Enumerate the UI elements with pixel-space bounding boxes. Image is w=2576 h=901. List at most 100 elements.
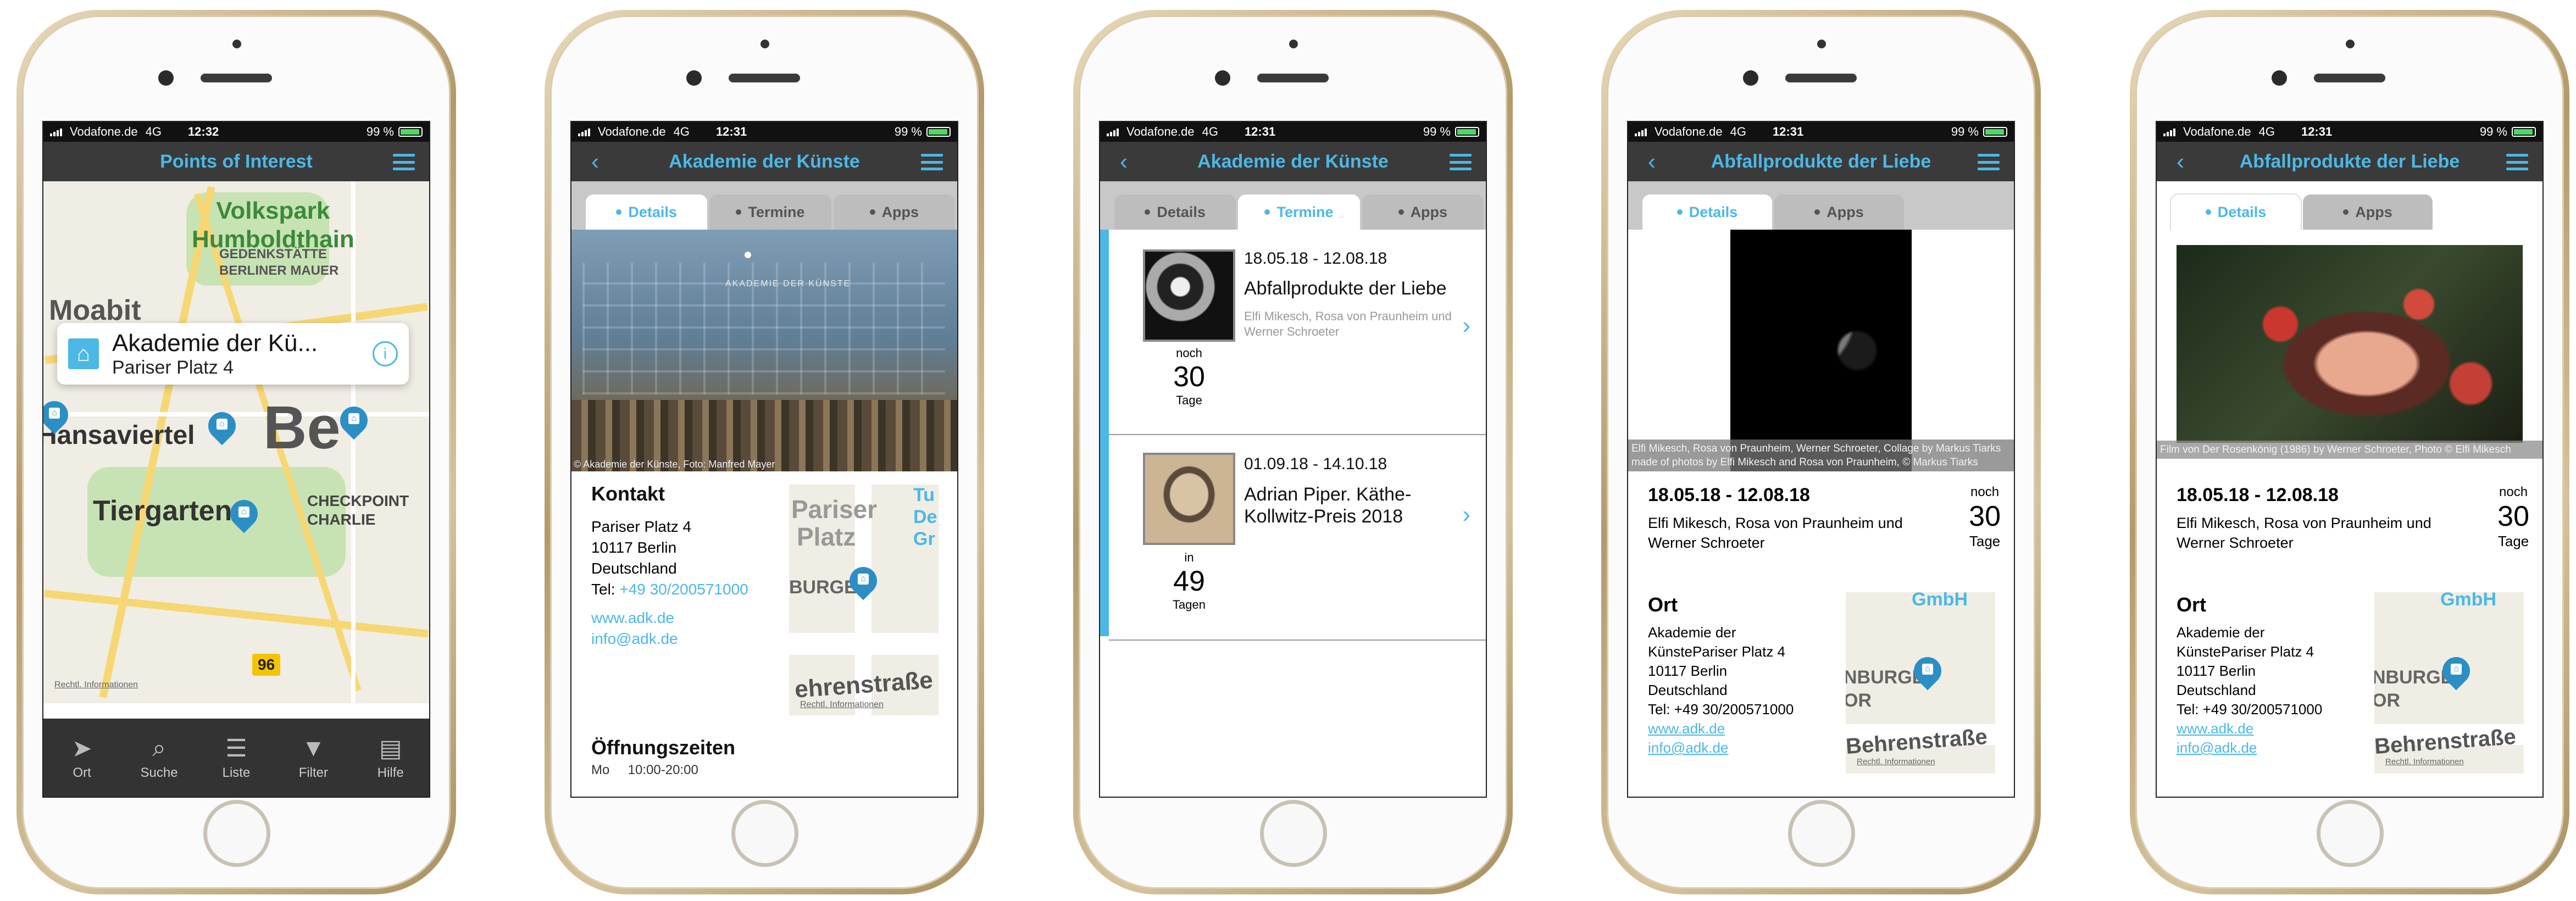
museum-icon: ⌂: [858, 574, 869, 585]
segment-tabs: Details Apps: [2157, 181, 2542, 230]
help-icon: ▤: [379, 735, 402, 762]
home-button[interactable]: [1260, 800, 1327, 867]
museum-icon: ⌂: [238, 507, 249, 518]
back-icon[interactable]: ‹: [1648, 148, 1656, 175]
tab-apps[interactable]: Apps: [2303, 194, 2433, 230]
screen-event-details-2: Vodafone.de 4G 12:31 99 % ‹ Abfallprodukt…: [2156, 121, 2544, 798]
bottom-tab-bar: ➤ Ort ⌕ Suche ☰ Liste ▼ Filter ▤ Hilfe: [43, 719, 429, 797]
mini-map[interactable]: GmbH NBURGE OR Behrenstraße Rechtl. Info…: [1846, 592, 1995, 774]
battery-icon: [1455, 127, 1479, 137]
screen-venue-details: Vodafone.de 4G 12:31 99 % ‹ Akademie der …: [570, 121, 958, 798]
tab-liste[interactable]: ☰ Liste: [203, 735, 269, 781]
mini-map[interactable]: Pariser Platz Tu De Gr BURGE ehrenstraße…: [789, 485, 939, 715]
back-icon[interactable]: ‹: [1120, 148, 1128, 175]
map-view[interactable]: Volkspark Humboldthain Moabit GEDENKSTÄT…: [43, 181, 429, 703]
countdown: noch 30 Tage: [1969, 485, 2001, 549]
photo-credit: © Akademie der Künste, Foto: Manfred May…: [574, 459, 775, 470]
map-pin[interactable]: ⌂: [224, 494, 264, 534]
status-bar: Vodafone.de 4G 12:31 99 %: [2157, 122, 2542, 142]
tab-hilfe[interactable]: ▤ Hilfe: [358, 735, 424, 781]
email-link[interactable]: info@adk.de: [591, 629, 789, 649]
mini-map[interactable]: GmbH NBURGE OR Behrenstraße Rechtl. Info…: [2374, 592, 2524, 774]
battery-icon: [1983, 127, 2007, 137]
tab-details[interactable]: Details: [586, 194, 708, 230]
phone-5: Vodafone.de 4G 12:31 99 % ‹ Abfallprodukt…: [2130, 10, 2569, 894]
phone-2: Vodafone.de 4G 12:31 99 % ‹ Akademie der …: [545, 10, 984, 894]
map-pin[interactable]: ⌂: [2436, 651, 2476, 691]
home-button[interactable]: [731, 800, 798, 867]
web-link[interactable]: www.adk.de: [591, 608, 789, 629]
screen-venue-events: Vodafone.de 4G 12:31 99 % ‹ Akademie der …: [1099, 121, 1487, 798]
event-artists: Elfi Mikesch, Rosa von Praunheim und Wer…: [1244, 309, 1452, 338]
contact-section: Kontakt Pariser Platz 4 10117 Berlin Deu…: [591, 482, 789, 649]
menu-icon[interactable]: [1450, 154, 1472, 170]
tab-apps[interactable]: Apps: [1774, 194, 1904, 230]
map-callout[interactable]: ⌂ Akademie der Kü... Pariser Platz 4 i: [57, 323, 409, 385]
segment-tabs: Details Apps: [1628, 181, 2014, 230]
home-button[interactable]: [1788, 800, 1855, 867]
home-icon: ⌂: [68, 338, 99, 369]
nav-bar: ‹ Abfallprodukte der Liebe: [2157, 142, 2542, 181]
event-row[interactable]: noch 30 Tage 18.05.18 - 12.08.18 Abfallp…: [1109, 230, 1486, 435]
screen-poi-map: Vodafone.de 4G 12:32 99 % Points of Inter…: [42, 121, 430, 798]
web-link[interactable]: www.adk.de: [2177, 719, 2363, 738]
building-sign: AKADEMIE DER KÜNSTE: [725, 279, 851, 288]
map-pin[interactable]: ⌂: [43, 395, 74, 435]
event-row[interactable]: in 49 Tagen 01.09.18 - 14.10.18 Adrian P…: [1109, 435, 1486, 641]
venue-address: Akademie der KünstePariser Platz 4 10117 B…: [1648, 623, 1835, 758]
email-link[interactable]: info@adk.de: [2177, 738, 2363, 758]
web-link[interactable]: www.adk.de: [1648, 719, 1835, 738]
tab-apps[interactable]: Apps: [833, 194, 955, 230]
phone-1: Vodafone.de 4G 12:32 99 % Points of Inter…: [16, 10, 456, 894]
camera: [2272, 70, 2287, 86]
page-title: Abfallprodukte der Liebe: [1711, 151, 1931, 172]
hours-line: Mo 10:00-20:00: [591, 763, 698, 777]
tab-apps[interactable]: Apps: [1362, 194, 1484, 230]
chevron-right-icon[interactable]: ›: [1462, 501, 1470, 529]
map-pin[interactable]: ⌂: [1908, 651, 1947, 691]
tab-termine[interactable]: Termine: [709, 194, 831, 230]
map-label-park: Volkspark Humboldthain: [192, 197, 354, 253]
status-time: 12:31: [1772, 125, 1804, 138]
screen-event-details: Vodafone.de 4G 12:31 99 % ‹ Abfallprodukt…: [1627, 121, 2015, 798]
home-button[interactable]: [203, 800, 270, 867]
map-pin[interactable]: ⌂: [334, 401, 374, 441]
page-title: Points of Interest: [160, 151, 313, 172]
menu-icon[interactable]: [921, 154, 943, 170]
tab-details[interactable]: Details: [1114, 194, 1236, 230]
phone-link[interactable]: +49 30/200571000: [619, 581, 748, 598]
search-icon: ⌕: [152, 735, 166, 761]
ort-heading: Ort: [2177, 593, 2206, 616]
status-time: 12:32: [187, 125, 219, 138]
tab-details[interactable]: Details: [2171, 194, 2301, 230]
tab-ort[interactable]: ➤ Ort: [49, 735, 115, 781]
map-label-big: Be: [263, 394, 341, 461]
info-icon[interactable]: i: [373, 341, 398, 366]
signal-icon: [1635, 127, 1647, 136]
map-legal-link[interactable]: Rechtl. Informationen: [54, 680, 138, 690]
back-icon[interactable]: ‹: [2177, 148, 2184, 175]
camera: [1743, 70, 1758, 86]
tab-termine[interactable]: Termine: [1238, 194, 1360, 230]
map-label-tiergarten: Tiergarten: [93, 495, 232, 527]
map-pin[interactable]: ⌂: [202, 406, 242, 446]
tab-suche[interactable]: ⌕ Suche: [126, 735, 192, 781]
photo-caption: Elfi Mikesch, Rosa von Praunheim, Werner…: [1628, 440, 2014, 471]
museum-icon: ⌂: [1922, 664, 1933, 675]
back-icon[interactable]: ‹: [591, 148, 599, 175]
menu-icon[interactable]: [2506, 154, 2528, 170]
tab-filter[interactable]: ▼ Filter: [280, 735, 346, 781]
speaker: [201, 74, 272, 82]
email-link[interactable]: info@adk.de: [1648, 738, 1835, 758]
chevron-right-icon[interactable]: ›: [1462, 312, 1470, 340]
menu-icon[interactable]: [393, 154, 415, 170]
menu-icon[interactable]: [1978, 154, 2000, 170]
nav-bar: ‹ Akademie der Künste: [571, 142, 957, 181]
segment-tabs: Details Termine Apps: [571, 181, 957, 230]
tab-details[interactable]: Details: [1642, 194, 1772, 230]
event-photo: Film von Der Rosenkönig (1986) by Werner…: [2157, 230, 2542, 471]
callout-title: Akademie der Kü...: [112, 329, 318, 357]
home-button[interactable]: [2317, 800, 2384, 867]
map-pin[interactable]: ⌂: [843, 561, 883, 601]
map-label-memorial: GEDENKSTÄTTE BERLINER MAUER: [219, 247, 339, 278]
